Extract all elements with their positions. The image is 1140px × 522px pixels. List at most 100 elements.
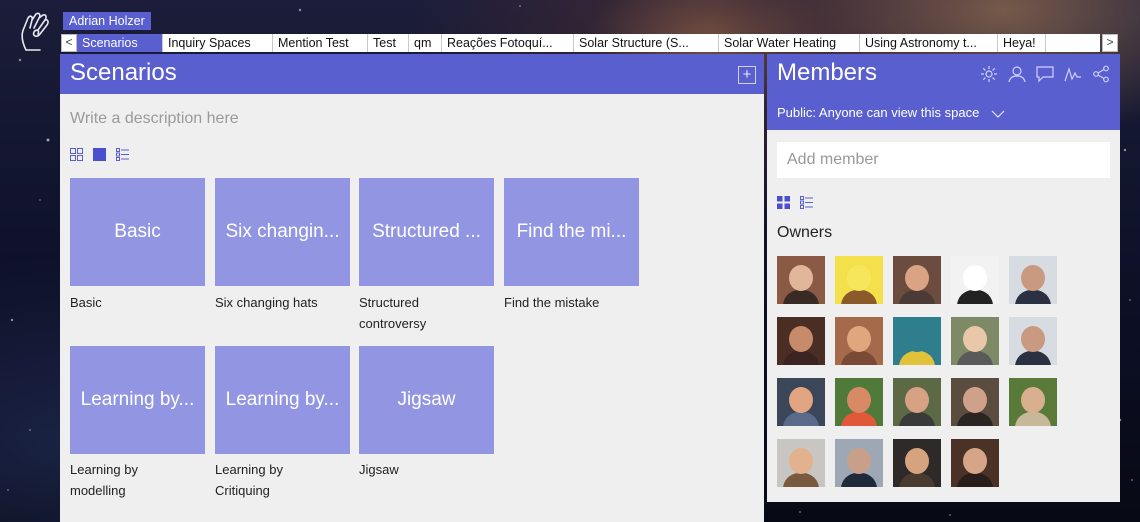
owners-heading: Owners [777, 224, 833, 241]
chevron-down-icon [991, 110, 1005, 118]
chat-icon[interactable] [1036, 65, 1054, 83]
owner-avatar[interactable] [951, 378, 999, 426]
avatar-face [963, 265, 987, 291]
scenario-label-six-changing-hats[interactable]: Six changing hats [215, 292, 345, 313]
gear-icon[interactable] [980, 65, 998, 83]
description-field[interactable]: Write a description here [70, 110, 239, 128]
avatar-shoulders [899, 473, 935, 487]
owner-avatar[interactable] [835, 439, 883, 487]
avatar-face [789, 265, 813, 291]
list-view-icon[interactable] [800, 196, 813, 209]
members-toolbar [980, 65, 1110, 83]
avatar-shoulders [957, 473, 993, 487]
avatar-face [963, 387, 987, 413]
scenario-label-jigsaw[interactable]: Jigsaw [359, 459, 489, 480]
members-header: Members [767, 54, 1120, 96]
owner-avatar[interactable] [777, 439, 825, 487]
visibility-label: Public: Anyone can view this space [777, 105, 980, 120]
space-tab-strip: < Scenarios Inquiry Spaces Mention Test … [61, 34, 1100, 52]
avatar-shoulders [957, 351, 993, 365]
avatar-face [789, 448, 813, 474]
tab-solar-water-heating[interactable]: Solar Water Heating [719, 34, 860, 52]
avatar-face [847, 265, 871, 291]
members-title: Members [777, 59, 878, 86]
avatar-shoulders [957, 412, 993, 426]
add-member-input[interactable]: Add member [777, 142, 1110, 178]
scenario-card-find-the-mistake[interactable]: Find the mi... [504, 178, 639, 286]
owner-avatar[interactable] [951, 439, 999, 487]
avatar-face [789, 387, 813, 413]
owner-avatar[interactable] [835, 317, 883, 365]
scenarios-title: Scenarios [70, 59, 177, 86]
owner-avatar[interactable] [777, 378, 825, 426]
owner-avatar[interactable] [951, 317, 999, 365]
owner-avatar[interactable] [893, 378, 941, 426]
visibility-dropdown[interactable]: Public: Anyone can view this space [767, 96, 1120, 130]
tabs-scroll-left-button[interactable]: < [61, 34, 77, 52]
tab-qm[interactable]: qm [409, 34, 442, 52]
tab-reacoes-fotoquimicas[interactable]: Reações Fotoquí... [442, 34, 574, 52]
owner-avatar[interactable] [835, 378, 883, 426]
tab-heya[interactable]: Heya! [998, 34, 1046, 52]
avatar-shoulders [957, 290, 993, 304]
scenario-card-structured-controversy[interactable]: Structured ... [359, 178, 494, 286]
avatar-shoulders [899, 290, 935, 304]
grid-view-icon[interactable] [777, 196, 790, 209]
avatar-face [905, 387, 929, 413]
avatar-shoulders [899, 412, 935, 426]
scenario-card-basic[interactable]: Basic [70, 178, 205, 286]
avatar-face [847, 387, 871, 413]
scenario-label-learning-by-critiquing[interactable]: Learning by Critiquing [215, 459, 305, 501]
avatar-shoulders [899, 351, 935, 365]
share-icon[interactable] [1092, 65, 1110, 83]
scenario-card-learning-by-modelling[interactable]: Learning by... [70, 346, 205, 454]
scenario-card-learning-by-critiquing[interactable]: Learning by... [215, 346, 350, 454]
owner-avatar[interactable] [893, 317, 941, 365]
tabs-scroll-right-button[interactable]: > [1102, 34, 1118, 52]
avatar-shoulders [841, 473, 877, 487]
tab-solar-structure[interactable]: Solar Structure (S... [574, 34, 719, 52]
avatar-shoulders [841, 351, 877, 365]
avatar-shoulders [783, 351, 819, 365]
owner-avatar[interactable] [893, 439, 941, 487]
avatar-face [789, 326, 813, 352]
tab-inquiry-spaces[interactable]: Inquiry Spaces [163, 34, 273, 52]
scenario-label-find-the-mistake[interactable]: Find the mistake [504, 292, 634, 313]
large-tile-view-icon[interactable] [93, 148, 106, 161]
small-grid-view-icon[interactable] [70, 148, 83, 161]
owner-avatar[interactable] [893, 256, 941, 304]
avatar-face [905, 265, 929, 291]
scenario-card-six-changing-hats[interactable]: Six changin... [215, 178, 350, 286]
avatar-shoulders [1015, 351, 1051, 365]
user-name-tab[interactable]: Adrian Holzer [63, 12, 151, 30]
scenario-label-learning-by-modelling[interactable]: Learning by modelling [70, 459, 160, 501]
owner-avatar[interactable] [777, 317, 825, 365]
avatar-face [905, 326, 929, 352]
avatar-face [963, 448, 987, 474]
owner-avatar[interactable] [951, 256, 999, 304]
scenario-label-basic[interactable]: Basic [70, 292, 200, 313]
scenario-label-structured-controversy[interactable]: Structured controversy [359, 292, 449, 334]
activity-icon[interactable] [1064, 65, 1082, 83]
person-icon[interactable] [1008, 65, 1026, 83]
scenario-card-jigsaw[interactable]: Jigsaw [359, 346, 494, 454]
owner-avatar[interactable] [1009, 256, 1057, 304]
hand-logo-icon[interactable] [18, 12, 54, 54]
owner-avatar[interactable] [835, 256, 883, 304]
tab-scenarios[interactable]: Scenarios [77, 34, 163, 52]
members-panel: Members Public: Anyone can view this spa… [767, 54, 1120, 502]
members-view-toggle [777, 196, 813, 209]
avatar-shoulders [1015, 412, 1051, 426]
owner-avatar[interactable] [777, 256, 825, 304]
tab-using-astronomy[interactable]: Using Astronomy t... [860, 34, 998, 52]
tab-mention-test[interactable]: Mention Test [273, 34, 368, 52]
owner-avatar[interactable] [1009, 317, 1057, 365]
tab-test[interactable]: Test [368, 34, 409, 52]
scenarios-panel: Scenarios + Write a description here Bas… [60, 54, 764, 522]
scenarios-header: Scenarios + [60, 54, 764, 94]
owner-avatar[interactable] [1009, 378, 1057, 426]
list-view-icon[interactable] [116, 148, 129, 161]
avatar-shoulders [783, 412, 819, 426]
avatar-face [1021, 265, 1045, 291]
add-scenario-button[interactable]: + [738, 66, 756, 84]
